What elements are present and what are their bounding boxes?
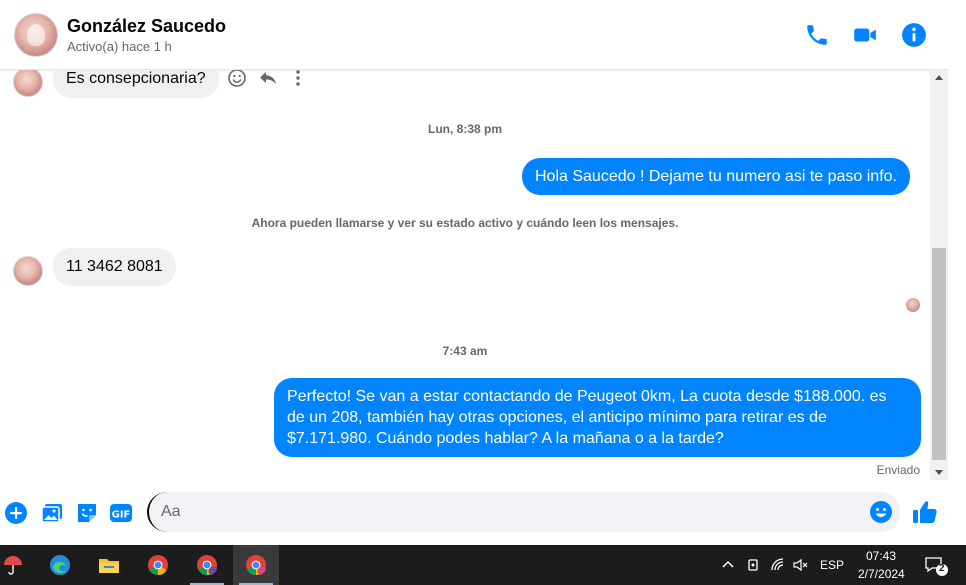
sticker-icon[interactable] <box>75 501 99 525</box>
tray-device-icon[interactable] <box>745 557 761 573</box>
umbrella-icon <box>4 556 22 575</box>
more-options-icon[interactable] <box>288 70 308 88</box>
message-scrollbar[interactable] <box>930 70 948 480</box>
contact-name[interactable]: González Saucedo <box>67 16 226 37</box>
thumbs-up-icon[interactable] <box>911 498 939 526</box>
taskbar-app-chrome-active[interactable] <box>233 545 279 585</box>
message-incoming[interactable]: 11 3462 8081 <box>53 248 176 286</box>
window-edge <box>948 0 966 545</box>
notification-center-icon[interactable]: 2 <box>925 556 949 576</box>
timestamp: Lun, 8:38 pm <box>427 122 502 136</box>
taskbar-app-chrome[interactable] <box>135 545 181 585</box>
message-outgoing[interactable]: Perfecto! Se van a estar contactando de … <box>274 378 921 457</box>
seen-indicator-avatar <box>906 298 920 312</box>
react-emoji-icon[interactable] <box>227 70 247 88</box>
messenger-window: González Saucedo Activo(a) hace 1 h Es c… <box>0 0 966 585</box>
taskbar-app-file-explorer[interactable] <box>86 545 132 585</box>
sender-avatar[interactable] <box>13 256 43 286</box>
timestamp: 7:43 am <box>442 344 488 358</box>
volume-muted-icon[interactable] <box>792 557 808 573</box>
notification-count: 2 <box>939 563 945 574</box>
chrome-icon <box>148 555 168 576</box>
message-input[interactable] <box>147 492 900 532</box>
scroll-up-arrow-icon[interactable] <box>930 70 948 86</box>
message-outgoing[interactable]: Hola Saucedo ! Dejame tu numero asi te p… <box>522 158 910 195</box>
message-incoming[interactable]: Es consepcionaria? <box>53 70 219 98</box>
system-notice: Ahora pueden llamarse y ver su estado ac… <box>251 216 679 230</box>
chrome-profile-icon <box>246 555 267 576</box>
message-list: Es consepcionaria? Lun, 8:38 pm Hola Sau… <box>0 70 930 480</box>
taskbar-app-chrome-profile[interactable] <box>184 545 230 585</box>
emoji-icon[interactable] <box>869 500 893 524</box>
plus-icon[interactable] <box>4 501 28 525</box>
clock-date[interactable]: 2/7/2024 <box>858 567 905 581</box>
scroll-thumb[interactable] <box>932 248 946 460</box>
contact-avatar[interactable] <box>14 13 58 57</box>
scroll-down-arrow-icon[interactable] <box>930 464 948 480</box>
delivery-status: Enviado <box>876 463 920 477</box>
chat-header: González Saucedo Activo(a) hace 1 h <box>0 0 948 70</box>
gif-icon[interactable]: GIF <box>109 501 133 525</box>
taskbar-app-edge[interactable] <box>37 545 83 585</box>
chrome-profile-icon <box>197 555 218 576</box>
sender-avatar[interactable] <box>13 70 43 97</box>
gif-label: GIF <box>112 510 131 521</box>
photo-icon[interactable] <box>40 501 64 525</box>
clock-time[interactable]: 07:43 <box>866 549 896 563</box>
contact-status: Activo(a) hace 1 h <box>67 39 172 54</box>
video-call-icon[interactable] <box>852 22 878 48</box>
edge-browser-icon <box>50 555 70 575</box>
language-indicator[interactable]: ESP <box>820 558 844 572</box>
folder-icon <box>99 559 119 573</box>
info-icon[interactable] <box>901 22 927 48</box>
wifi-icon[interactable] <box>770 557 786 573</box>
phone-icon[interactable] <box>804 22 830 48</box>
os-taskbar: ESP 07:43 2/7/2024 2 <box>0 545 966 585</box>
tray-chevron-up-icon[interactable] <box>720 557 736 573</box>
composer-bar: GIF <box>0 480 948 545</box>
reply-icon[interactable] <box>258 70 278 88</box>
